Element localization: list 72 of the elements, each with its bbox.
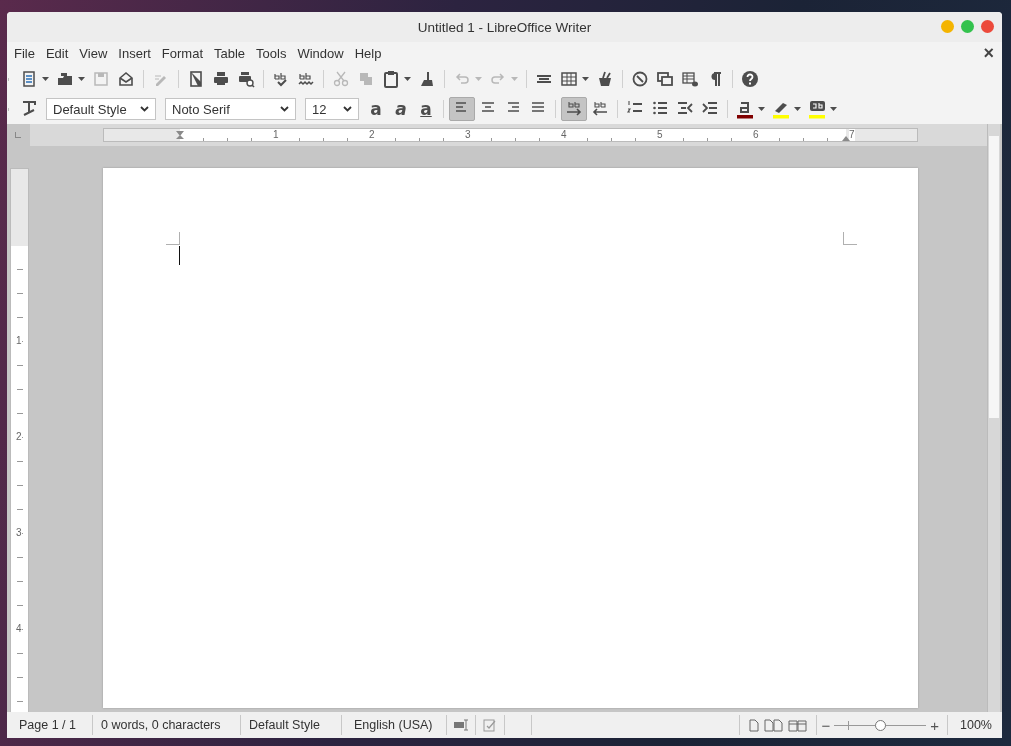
single-page-view-icon[interactable]	[748, 718, 761, 732]
status-field: English (USA)	[342, 715, 447, 735]
book-view-icon[interactable]	[788, 718, 809, 732]
zoom-out-button[interactable]: −	[817, 716, 835, 734]
close-button[interactable]	[981, 20, 994, 33]
paintbrush-icon	[418, 70, 436, 88]
align-left-button[interactable]	[449, 97, 475, 121]
menu-item[interactable]: Window	[297, 45, 344, 61]
vertical-scrollbar[interactable]	[987, 124, 1000, 712]
ruler-number: 4	[561, 129, 567, 141]
window-title: Untitled 1 - LibreOffice Writer	[417, 19, 592, 35]
multi-page-view-icon[interactable]	[764, 718, 785, 732]
brush-cup-icon	[596, 70, 614, 88]
ruler-number: 2	[369, 129, 375, 141]
status-field: 0 words, 0 characters	[93, 715, 241, 735]
menu-item[interactable]: File	[14, 45, 35, 61]
printer-icon	[212, 70, 230, 88]
print-preview-icon	[237, 70, 255, 88]
caret-icon[interactable]	[78, 77, 85, 81]
ruler-number: 6	[753, 129, 759, 141]
caret-icon[interactable]	[42, 77, 49, 81]
menu-item[interactable]: Tools	[256, 45, 287, 61]
ruler-number: 1	[273, 129, 279, 141]
scissors-icon	[332, 70, 350, 88]
ruler-number: 5	[657, 129, 663, 141]
spellcheck-icon	[272, 70, 290, 88]
table-icon	[560, 70, 578, 88]
caret-icon[interactable]	[758, 107, 765, 111]
zoom-slider[interactable]	[834, 719, 927, 731]
menu-item[interactable]: Format	[161, 45, 203, 61]
ruler-number: 7	[849, 129, 855, 141]
windows-icon	[656, 70, 674, 88]
envelope-icon	[117, 70, 135, 88]
italic-button[interactable]: a	[389, 97, 413, 121]
menu-item[interactable]: Insert	[118, 45, 151, 61]
menu-item[interactable]: View	[79, 45, 108, 61]
indent-marker-icon[interactable]	[174, 131, 186, 139]
status-field: Page 1 / 1	[11, 715, 93, 735]
menu-item[interactable]: Table	[214, 45, 246, 61]
font-color-icon	[736, 99, 754, 119]
ruler-number: 4	[16, 623, 22, 635]
close-document-button[interactable]: ×	[983, 42, 994, 64]
ruler-number: 3	[16, 527, 22, 539]
ruler-number: 1	[16, 335, 22, 347]
table-database-icon	[681, 70, 699, 88]
text-cursor	[179, 246, 180, 265]
underline-button[interactable]: a	[414, 97, 438, 121]
combo-box[interactable]: 12	[305, 98, 359, 120]
character-background-icon	[808, 99, 826, 119]
zoom-percentage: 100%	[947, 715, 1002, 735]
help-icon	[741, 70, 759, 88]
caret-icon[interactable]	[404, 77, 411, 81]
zoom-slider-thumb[interactable]	[875, 719, 887, 731]
caret-icon[interactable]	[582, 77, 589, 81]
bold-button[interactable]: a	[364, 97, 388, 121]
clipboard-icon	[382, 70, 400, 88]
caret-icon[interactable]	[830, 107, 837, 111]
combo-box[interactable]: Noto Serif	[165, 98, 296, 120]
new-document-icon	[20, 70, 38, 88]
ruler-number: 3	[465, 129, 471, 141]
menu-item[interactable]: Help	[354, 45, 382, 61]
copy-icon	[357, 70, 375, 88]
zoom-in-button[interactable]: +	[926, 716, 943, 734]
selection-mode-icon[interactable]	[453, 719, 469, 731]
autospell-icon	[297, 70, 315, 88]
caret-icon[interactable]	[794, 107, 801, 111]
combo-box[interactable]: Default Style	[46, 98, 156, 120]
left-to-right-button[interactable]	[561, 97, 587, 121]
menu-item[interactable]: Edit	[45, 45, 69, 61]
ruler-number: 2	[16, 431, 22, 443]
status-field: Default Style	[241, 715, 342, 735]
folder-icon	[56, 70, 74, 88]
